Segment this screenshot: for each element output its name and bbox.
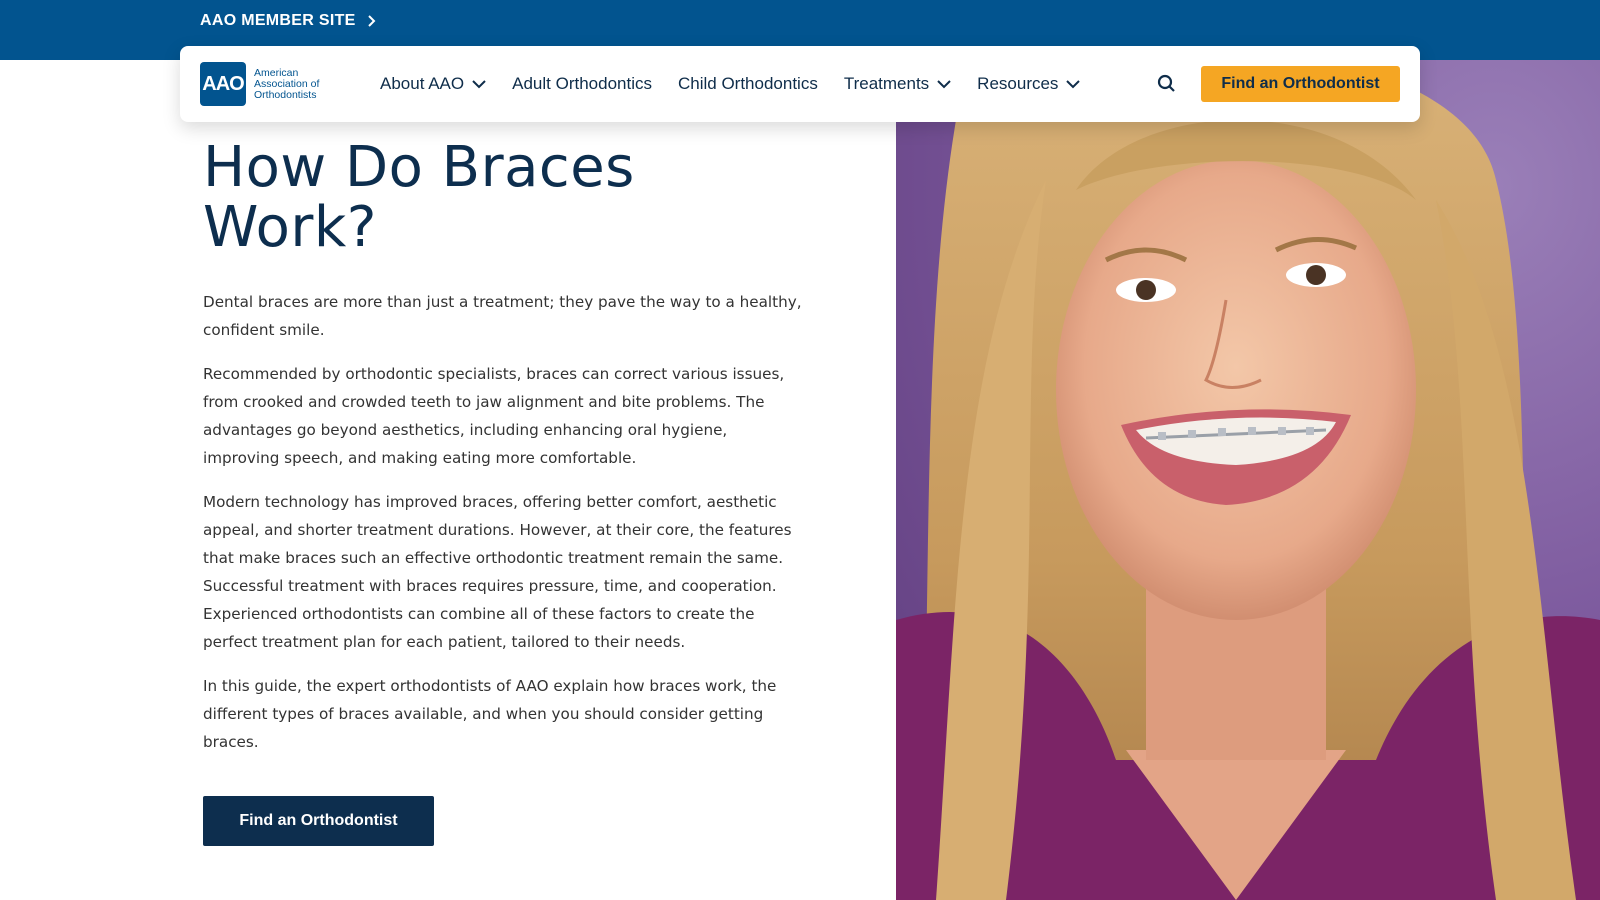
nav-item-label: Treatments bbox=[843, 74, 930, 93]
member-site-label: AAO MEMBER SITE bbox=[200, 12, 356, 29]
find-orthodontist-main-button[interactable]: Find an Orthodontist bbox=[203, 796, 434, 846]
nav-item-label: Adult Orthodontics bbox=[512, 74, 652, 93]
nav-item-label: About AAO bbox=[380, 74, 465, 93]
nav-item-about-aao[interactable]: About AAO bbox=[380, 74, 486, 94]
nav-item-resources[interactable]: Resources bbox=[977, 74, 1081, 94]
chevron-down-icon bbox=[937, 79, 951, 88]
intro-paragraph-4: In this guide, the expert orthodontists … bbox=[203, 677, 777, 751]
logo-line-2: Association of bbox=[254, 77, 320, 90]
page-title: How Do Braces Work? bbox=[203, 138, 803, 258]
nav-item-adult-orthodontics[interactable]: Adult Orthodontics bbox=[512, 74, 652, 94]
member-site-link[interactable]: AAO MEMBER SITE bbox=[200, 12, 376, 30]
page-title-line-2: Work? bbox=[203, 195, 378, 260]
search-icon[interactable] bbox=[1157, 74, 1177, 94]
aao-logo-mark: AAO bbox=[200, 62, 246, 106]
intro-paragraph-2: Recommended by orthodontic specialists, … bbox=[203, 365, 785, 467]
find-orthodontist-nav-button[interactable]: Find an Orthodontist bbox=[1201, 66, 1400, 102]
nav-item-treatments[interactable]: Treatments bbox=[844, 74, 951, 94]
intro-paragraph-3: Modern technology has improved braces, o… bbox=[203, 493, 792, 651]
nav-item-label: Child Orthodontics bbox=[677, 74, 818, 93]
page-title-line-1: How Do Braces bbox=[203, 135, 635, 200]
logo-line-1: American bbox=[254, 66, 299, 79]
nav-item-child-orthodontics[interactable]: Child Orthodontics bbox=[678, 74, 818, 94]
girl-with-braces-photo bbox=[896, 60, 1600, 900]
nav-menu: About AAO Adult Orthodontics Child Ortho… bbox=[380, 46, 1106, 122]
chevron-down-icon bbox=[1066, 79, 1081, 88]
aao-logo-text: American Association of Orthodontists bbox=[254, 66, 320, 101]
aao-logo[interactable]: AAO American Association of Orthodontist… bbox=[200, 62, 319, 106]
logo-line-3: Orthodontists bbox=[254, 88, 317, 101]
main-navbar: AAO American Association of Orthodontist… bbox=[180, 46, 1420, 122]
hero-photo bbox=[896, 60, 1600, 900]
intro-paragraph-1: Dental braces are more than just a treat… bbox=[203, 293, 802, 339]
main-content: How Do Braces Work? Dental braces are mo… bbox=[203, 138, 803, 846]
chevron-right-icon bbox=[367, 15, 376, 27]
nav-item-label: Resources bbox=[977, 74, 1059, 93]
chevron-down-icon bbox=[472, 79, 486, 88]
